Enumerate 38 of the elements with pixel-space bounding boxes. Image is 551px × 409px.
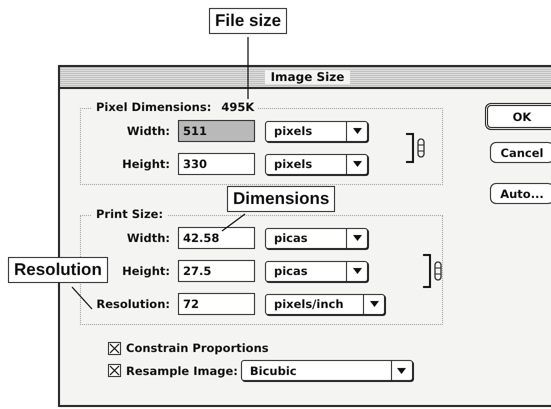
checkbox-label: Constrain Proportions [126, 341, 269, 355]
leader-line [247, 37, 249, 99]
field-label: Resolution: [95, 297, 171, 311]
group-label: Print Size: [96, 207, 164, 221]
unit-dropdown[interactable]: pixels [265, 154, 368, 174]
callout-label: Dimensions [227, 186, 336, 212]
input-field[interactable]: 42.58 [178, 227, 255, 249]
dialog-button[interactable]: OK [485, 103, 551, 130]
dialog-button[interactable]: Cancel [490, 142, 551, 163]
resample-dropdown[interactable]: Bicubic [240, 360, 413, 381]
checkbox[interactable] [108, 342, 121, 354]
leader-line [222, 214, 246, 232]
dialog-button[interactable]: Auto... [490, 183, 551, 204]
checkbox[interactable] [108, 364, 121, 377]
field-label: Height: [121, 157, 171, 171]
checkbox-label: Resample Image: [126, 364, 238, 378]
input-field[interactable]: 330 [178, 153, 255, 175]
input-field[interactable]: 27.5 [178, 260, 255, 282]
dropdown-arrow-icon [397, 368, 406, 374]
file-size-value: 495K [221, 100, 254, 114]
unit-dropdown[interactable]: pixels [265, 120, 368, 142]
group-label: Pixel Dimensions: [96, 100, 212, 114]
dropdown-arrow-icon [352, 161, 362, 167]
input-field[interactable]: 72 [178, 293, 255, 315]
dropdown-arrow-icon [352, 268, 362, 274]
callout-label: Resolution [8, 257, 108, 283]
unit-dropdown[interactable]: picas [265, 260, 368, 282]
dropdown-arrow-icon [352, 235, 362, 241]
dropdown-arrow-icon [370, 301, 378, 307]
window-title: Image Size [264, 70, 350, 84]
dropdown-arrow-icon [352, 128, 362, 134]
field-label: Width: [126, 231, 171, 245]
unit-dropdown[interactable]: picas [265, 228, 368, 248]
field-label: Width: [126, 124, 171, 138]
input-field[interactable]: 511 [178, 120, 255, 142]
leader-line [72, 286, 92, 310]
callout-label: File size [209, 8, 288, 34]
unit-dropdown[interactable]: pixels/inch [265, 294, 385, 314]
